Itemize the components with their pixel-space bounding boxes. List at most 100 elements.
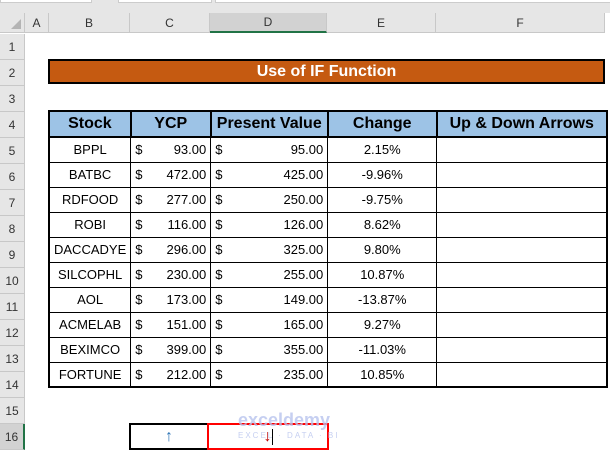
stock-cell[interactable]: ROBI xyxy=(48,211,132,238)
stock-cell[interactable]: DACCADYE xyxy=(48,236,132,263)
change-cell[interactable]: 9.27% xyxy=(327,311,438,338)
ycp-cell[interactable]: $399.00 xyxy=(130,336,212,363)
change-cell[interactable]: 8.62% xyxy=(327,211,438,238)
present-value: 255.00 xyxy=(283,267,324,282)
present-value-cell[interactable]: $255.00 xyxy=(210,261,329,288)
column-header-A[interactable]: A xyxy=(25,13,49,33)
present-value-cell[interactable]: $165.00 xyxy=(210,311,329,338)
stock-cell[interactable]: BEXIMCO xyxy=(48,336,132,363)
present-value-cell[interactable]: $425.00 xyxy=(210,161,329,188)
column-header-B[interactable]: B xyxy=(49,13,130,33)
row-header-3[interactable]: 3 xyxy=(0,86,25,112)
present-value: 165.00 xyxy=(283,317,324,332)
stock-cell[interactable]: ACMELAB xyxy=(48,311,132,338)
present-value-cell[interactable]: $235.00 xyxy=(210,361,329,388)
column-header-D[interactable]: D xyxy=(210,13,327,33)
row-header-4[interactable]: 4 xyxy=(0,112,25,138)
up-arrow-icon: ↑ xyxy=(165,427,173,445)
ycp-cell[interactable]: $230.00 xyxy=(130,261,212,288)
column-header-C[interactable]: C xyxy=(130,13,210,33)
ycp-cell[interactable]: $277.00 xyxy=(130,186,212,213)
arrow-cell[interactable] xyxy=(436,361,608,388)
arrow-cell[interactable] xyxy=(436,336,608,363)
arrow-cell[interactable] xyxy=(436,311,608,338)
ycp-cell[interactable]: $151.00 xyxy=(130,311,212,338)
present-value-cell[interactable]: $126.00 xyxy=(210,211,329,238)
change-cell[interactable]: 2.15% xyxy=(327,136,438,163)
currency: $ xyxy=(135,342,143,357)
ycp-cell[interactable]: $173.00 xyxy=(130,286,212,313)
arrow-cell[interactable] xyxy=(436,261,608,288)
ycp-cell[interactable]: $296.00 xyxy=(130,236,212,263)
row-header-10[interactable]: 10 xyxy=(0,268,25,294)
change-cell[interactable]: 10.87% xyxy=(327,261,438,288)
header-arrows[interactable]: Up & Down Arrows xyxy=(435,110,608,138)
ycp-value: 173.00 xyxy=(166,292,207,307)
table-row: AOL $173.00 $149.00 -13.87% xyxy=(48,286,608,313)
stock-cell[interactable]: FORTUNE xyxy=(48,361,132,388)
currency: $ xyxy=(215,242,223,257)
present-value-cell[interactable]: $250.00 xyxy=(210,186,329,213)
select-all-button[interactable] xyxy=(0,13,25,33)
currency: $ xyxy=(215,217,223,232)
currency: $ xyxy=(215,142,223,158)
row-header-6[interactable]: 6 xyxy=(0,164,25,190)
row-header-9[interactable]: 9 xyxy=(0,242,25,268)
currency: $ xyxy=(135,267,143,282)
change-cell[interactable]: -9.75% xyxy=(327,186,438,213)
column-header-E[interactable]: E xyxy=(327,13,436,33)
present-value-cell[interactable]: $325.00 xyxy=(210,236,329,263)
formula-buttons[interactable] xyxy=(118,0,212,3)
stock-cell[interactable]: BPPL xyxy=(48,136,132,163)
arrow-cell[interactable] xyxy=(436,161,608,188)
present-value-cell[interactable]: $95.00 xyxy=(210,136,329,163)
formula-input[interactable] xyxy=(215,0,610,3)
arrow-cell[interactable] xyxy=(436,186,608,213)
row-header-13[interactable]: 13 xyxy=(0,346,25,372)
row-header-14[interactable]: 14 xyxy=(0,372,25,398)
currency: $ xyxy=(135,292,143,307)
stock-cell[interactable]: AOL xyxy=(48,286,132,313)
row-header-5[interactable]: 5 xyxy=(0,138,25,164)
stock-cell[interactable]: SILCOPHL xyxy=(48,261,132,288)
header-present-value[interactable]: Present Value xyxy=(209,110,329,138)
row-header-2[interactable]: 2 xyxy=(0,60,25,86)
change-cell[interactable]: -13.87% xyxy=(327,286,438,313)
ycp-cell[interactable]: $116.00 xyxy=(130,211,212,238)
cell-c16[interactable]: ↑ xyxy=(129,423,209,450)
header-change[interactable]: Change xyxy=(326,110,438,138)
header-ycp[interactable]: YCP xyxy=(129,110,212,138)
ycp-cell[interactable]: $472.00 xyxy=(130,161,212,188)
present-value-cell[interactable]: $355.00 xyxy=(210,336,329,363)
ycp-cell[interactable]: $212.00 xyxy=(130,361,212,388)
ycp-value: 212.00 xyxy=(166,366,207,382)
row-header-12[interactable]: 12 xyxy=(0,320,25,346)
ycp-value: 296.00 xyxy=(166,242,207,257)
arrow-cell[interactable] xyxy=(436,236,608,263)
row-header-15[interactable]: 15 xyxy=(0,398,25,424)
arrow-cell[interactable] xyxy=(436,211,608,238)
header-stock[interactable]: Stock xyxy=(48,110,132,138)
change-cell[interactable]: -9.96% xyxy=(327,161,438,188)
column-header-F[interactable]: F xyxy=(436,13,605,33)
stock-cell[interactable]: BATBC xyxy=(48,161,132,188)
arrow-cell[interactable] xyxy=(436,136,608,163)
arrow-cell[interactable] xyxy=(436,286,608,313)
table-row: SILCOPHL $230.00 $255.00 10.87% xyxy=(48,261,608,288)
currency: $ xyxy=(215,292,223,307)
change-cell[interactable]: 10.85% xyxy=(327,361,438,388)
name-box[interactable] xyxy=(0,0,92,3)
row-header-7[interactable]: 7 xyxy=(0,190,25,216)
currency: $ xyxy=(135,366,143,382)
ycp-value: 151.00 xyxy=(166,317,207,332)
present-value: 355.00 xyxy=(283,342,324,357)
change-cell[interactable]: -11.03% xyxy=(327,336,438,363)
row-header-11[interactable]: 11 xyxy=(0,294,25,320)
ycp-cell[interactable]: $93.00 xyxy=(130,136,212,163)
change-cell[interactable]: 9.80% xyxy=(327,236,438,263)
row-header-8[interactable]: 8 xyxy=(0,216,25,242)
stock-cell[interactable]: RDFOOD xyxy=(48,186,132,213)
row-header-16[interactable]: 16 xyxy=(0,424,25,450)
row-header-1[interactable]: 1 xyxy=(0,34,25,60)
present-value-cell[interactable]: $149.00 xyxy=(210,286,329,313)
